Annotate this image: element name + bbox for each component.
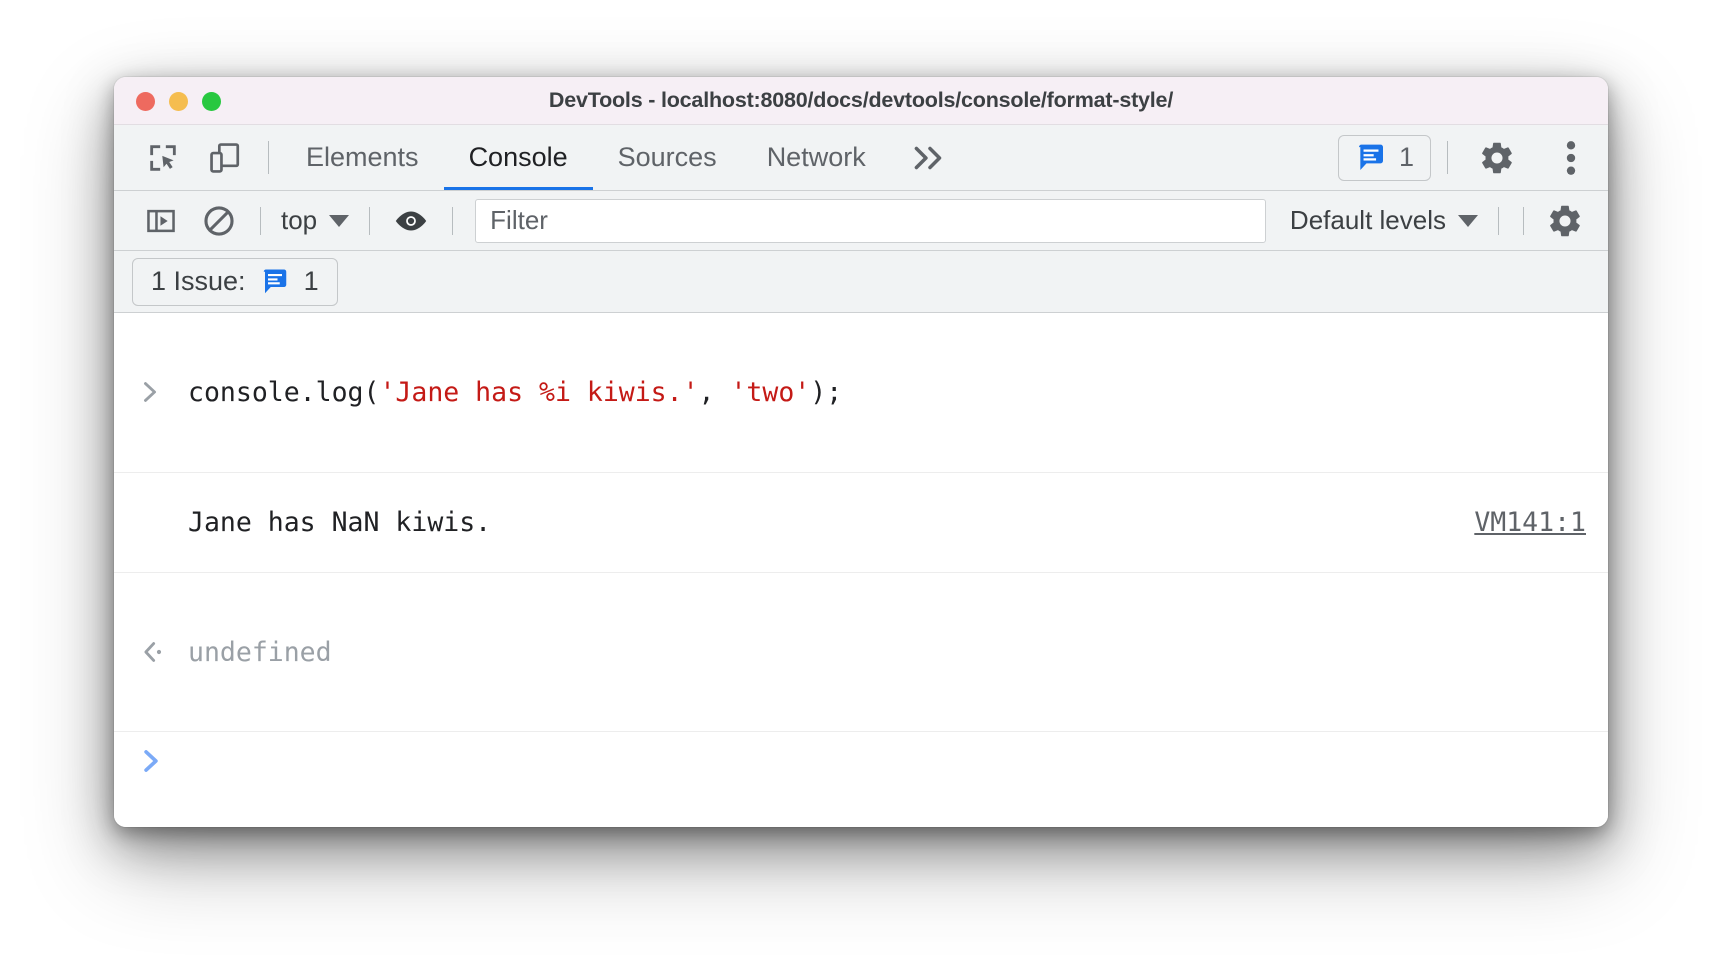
devtools-window: DevTools - localhost:8080/docs/devtools/…: [114, 77, 1608, 827]
console-toolbar-divider-3: [452, 206, 454, 235]
console-output-text: Jane has NaN kiwis.: [188, 506, 492, 538]
code-token: console.log(: [188, 376, 380, 408]
screenshot-root: DevTools - localhost:8080/docs/devtools/…: [0, 0, 1722, 974]
console-toolbar-divider-1: [260, 206, 261, 235]
console-settings-button[interactable]: [1536, 202, 1594, 240]
clear-console-icon: [202, 204, 236, 238]
tab-console-label: Console: [468, 142, 568, 172]
tab-console[interactable]: Console: [443, 125, 593, 190]
chevron-down-icon: [1458, 214, 1478, 227]
maximize-window-button[interactable]: [202, 91, 221, 111]
window-controls: [136, 77, 221, 125]
create-live-expression-button[interactable]: [382, 206, 440, 236]
filter-input[interactable]: [475, 198, 1266, 243]
issues-count: 1: [1398, 142, 1414, 172]
execution-context-selector[interactable]: top: [273, 205, 357, 236]
console-sidebar-icon: [145, 205, 177, 237]
console-toolbar: top Default levels: [114, 191, 1608, 251]
close-window-button[interactable]: [136, 91, 155, 111]
eye-icon: [392, 206, 430, 236]
window-title: DevTools - localhost:8080/docs/devtools/…: [548, 88, 1174, 112]
code-token-string: 'two': [730, 376, 811, 408]
issues-banner-label: 1 Issue:: [151, 266, 246, 296]
tab-network-label: Network: [766, 142, 866, 172]
console-input-row[interactable]: console.log('Jane has %i kiwis.', 'two')…: [114, 313, 1608, 473]
console-source-location[interactable]: VM141:1: [1291, 473, 1586, 572]
issues-banner: 1 Issue: 1: [114, 251, 1608, 313]
inspect-element-button[interactable]: [132, 125, 194, 190]
gear-icon: [1546, 202, 1584, 240]
console-toolbar-divider-5: [1523, 206, 1524, 235]
console-row-gutter: [140, 313, 188, 472]
devtools-tabbar: Elements Console Sources Network 1: [114, 125, 1608, 191]
window-titlebar: DevTools - localhost:8080/docs/devtools/…: [114, 77, 1608, 125]
inspect-element-icon: [146, 141, 180, 175]
console-toolbar-divider-4: [1498, 206, 1499, 235]
issues-bubble-icon: [1355, 142, 1387, 174]
code-token-string: 'Jane has %i kiwis.': [379, 376, 699, 408]
console-input-text: console.log('Jane has %i kiwis.', 'two')…: [188, 376, 1586, 409]
minimize-window-button[interactable]: [169, 91, 188, 111]
console-message-list[interactable]: console.log('Jane has %i kiwis.', 'two')…: [114, 313, 1608, 827]
tabbar-divider: [268, 141, 269, 174]
devtools-more-options-button[interactable]: [1534, 125, 1608, 190]
kebab-menu-icon: [1564, 139, 1578, 177]
issues-counter-button[interactable]: 1: [1337, 134, 1431, 181]
console-row-gutter: [140, 573, 188, 732]
chevron-double-right-icon: [911, 143, 949, 173]
issues-bubble-icon: [260, 267, 290, 297]
source-link[interactable]: VM141:1: [1474, 507, 1586, 538]
issues-banner-count: 1: [303, 266, 319, 296]
tab-network[interactable]: Network: [742, 125, 891, 190]
more-tabs-button[interactable]: [891, 125, 969, 190]
devtools-settings-button[interactable]: [1460, 125, 1534, 190]
tab-elements[interactable]: Elements: [281, 125, 444, 190]
prompt-chevron-icon: [140, 747, 162, 775]
code-token: );: [810, 376, 843, 408]
toggle-device-toolbar-button[interactable]: [194, 125, 256, 190]
issues-banner-button[interactable]: 1 Issue: 1: [132, 257, 338, 306]
log-levels-selector[interactable]: Default levels: [1282, 205, 1486, 236]
console-prompt-gutter: [140, 747, 188, 775]
execution-context-value: top: [281, 205, 318, 235]
tabbar-right-divider: [1447, 141, 1448, 174]
console-return-value: undefined: [188, 636, 332, 668]
code-token: ,: [698, 376, 731, 408]
console-sidebar-toggle-button[interactable]: [132, 205, 190, 237]
gear-icon: [1478, 139, 1516, 177]
console-return-row[interactable]: undefined: [114, 573, 1608, 733]
tab-sources[interactable]: Sources: [593, 125, 742, 190]
console-toolbar-divider-2: [369, 206, 371, 235]
chevron-down-icon: [329, 214, 350, 227]
log-levels-value: Default levels: [1289, 205, 1446, 235]
tab-elements-label: Elements: [306, 142, 419, 172]
console-output-row[interactable]: Jane has NaN kiwis. VM141:1: [114, 473, 1608, 573]
console-prompt-row[interactable]: [114, 732, 1608, 790]
tab-sources-label: Sources: [617, 142, 717, 172]
device-toolbar-icon: [208, 141, 242, 175]
clear-console-button[interactable]: [190, 204, 248, 238]
tabbar-spacer: [969, 125, 1338, 190]
